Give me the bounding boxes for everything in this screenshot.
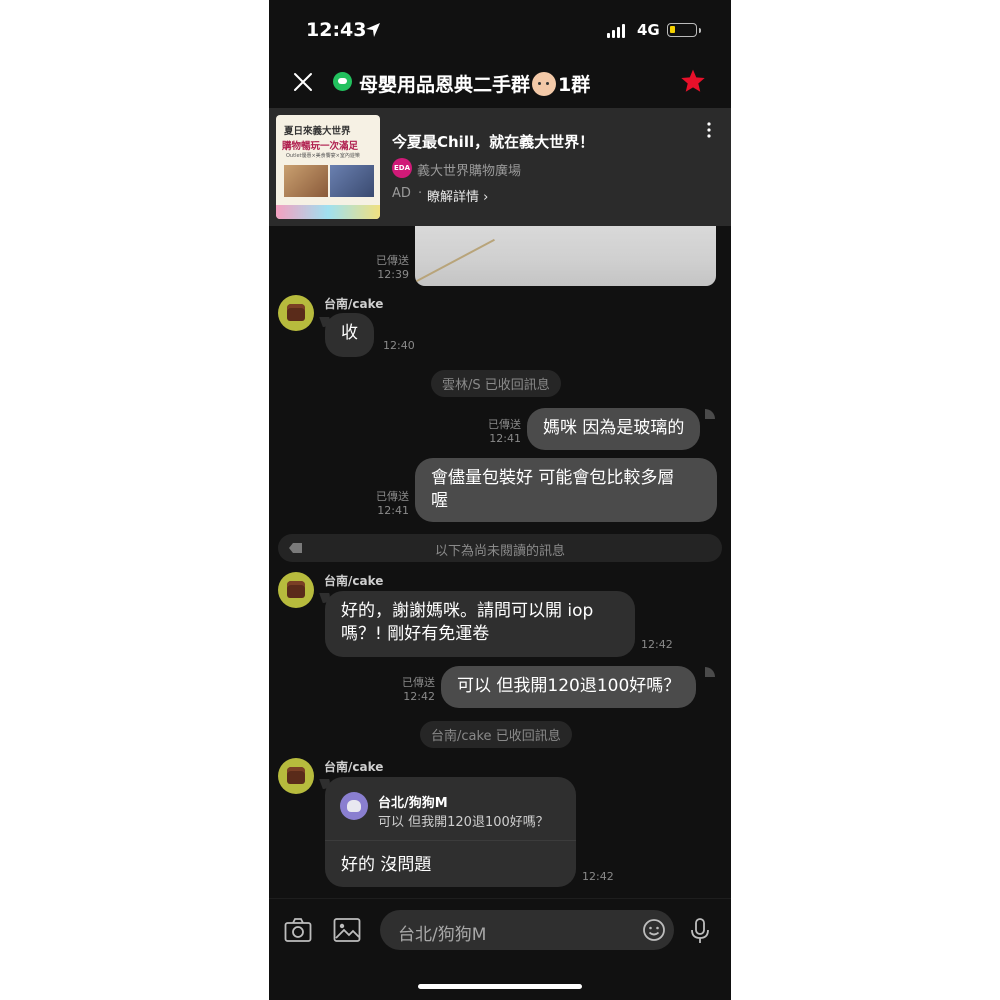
cellular-signal-icon: [607, 24, 625, 38]
ad-brand-logo: EDA: [392, 158, 412, 178]
bubble-tail: [705, 409, 715, 419]
group-chat-icon: [333, 72, 352, 91]
more-options-icon[interactable]: [707, 122, 711, 138]
message-line: 好的，謝謝媽咪。請問可以開 iop: [341, 601, 594, 621]
ad-separator: ·: [418, 186, 423, 201]
message-bubble[interactable]: 媽咪 因為是玻璃的: [527, 408, 701, 450]
chat-title-suffix: 1群: [558, 74, 591, 96]
ad-photo: [330, 165, 374, 197]
ad-brand-name: 義大世界購物廣場: [417, 164, 522, 179]
battery-icon: [667, 23, 701, 37]
message-time: 12:42: [582, 870, 614, 883]
network-type: 4G: [637, 21, 660, 39]
message-line: 喔: [431, 491, 448, 511]
sender-name: 台南/cake: [324, 760, 384, 774]
quoted-sender: 台北/狗狗M: [378, 796, 448, 811]
sent-photo-message[interactable]: [415, 226, 716, 286]
home-indicator[interactable]: [418, 984, 582, 989]
sender-name: 台南/cake: [324, 574, 384, 588]
ad-image[interactable]: 夏日來義大世界 購物暢玩一次滿足 Outlet優惠×美食饗宴×室內遊樂: [276, 115, 380, 219]
message-meta: 已傳送 12:39: [365, 254, 409, 282]
avatar[interactable]: [278, 572, 314, 608]
ad-image-line3: Outlet優惠×美食饗宴×室內遊樂: [286, 153, 360, 159]
message-time: 12:42: [641, 638, 673, 651]
ad-image-line1: 夏日來義大世界: [284, 126, 351, 137]
message-line: 嗎？! 剛好有免運卷: [341, 624, 490, 644]
reply-text: 好的 沒問題: [341, 855, 432, 875]
location-arrow-icon: [366, 23, 380, 37]
close-icon[interactable]: [293, 72, 313, 92]
microphone-icon[interactable]: [689, 917, 711, 945]
quoted-text: 可以 但我開120退100好嗎？: [378, 815, 549, 830]
message-meta: 已傳送 12:41: [479, 418, 521, 446]
avatar[interactable]: [278, 758, 314, 794]
read-status: 已傳送: [376, 490, 409, 503]
ad-image-line2: 購物暢玩一次滿足: [282, 141, 359, 152]
chat-title-text: 母嬰用品恩典二手群: [359, 74, 531, 96]
system-notice: 雲林/S 已收回訊息: [431, 370, 561, 397]
phone-screen: 12:43 4G 母嬰用品恩典二手群 1群 已傳送 12:39 台南/cake …: [269, 0, 731, 1000]
quoted-message[interactable]: 台北/狗狗M 可以 但我開120退100好嗎？: [325, 777, 576, 841]
message-meta: 已傳送 12:42: [393, 676, 435, 704]
chat-title[interactable]: 母嬰用品恩典二手群 1群: [359, 70, 590, 97]
ad-title[interactable]: 今夏最Chill，就在義大世界！: [392, 131, 594, 152]
ad-image-footer: [276, 205, 380, 219]
ad-learn-more-link[interactable]: 瞭解詳情 ›: [427, 186, 488, 205]
read-status: 已傳送: [376, 254, 409, 267]
message-line: 會儘量包裝好 可能會包比較多層: [431, 468, 675, 488]
avatar[interactable]: [278, 295, 314, 331]
message-bubble[interactable]: 可以 但我開120退100好嗎？: [441, 666, 697, 708]
reply-message-bubble[interactable]: 台北/狗狗M 可以 但我開120退100好嗎？ 好的 沒問題: [325, 777, 576, 887]
unread-divider-label: 以下為尚未閱讀的訊息: [434, 544, 565, 559]
favorite-star-icon[interactable]: [680, 68, 706, 94]
message-bubble[interactable]: 收: [325, 313, 374, 357]
status-time: 12:43: [306, 19, 367, 41]
read-status: 已傳送: [402, 676, 435, 689]
baby-emoji-icon: [532, 71, 557, 96]
read-status: 已傳送: [488, 418, 521, 431]
quoted-avatar: [340, 792, 368, 820]
image-icon[interactable]: [333, 917, 361, 943]
message-bubble[interactable]: 好的，謝謝媽咪。請問可以開 iop 嗎？! 剛好有免運卷: [325, 591, 635, 657]
message-meta: 已傳送 12:41: [365, 490, 409, 518]
message-time: 12:40: [383, 339, 415, 352]
message-time: 12:42: [403, 690, 435, 703]
message-time: 12:41: [377, 504, 409, 517]
bubble-tail: [705, 667, 715, 677]
emoji-icon[interactable]: [642, 918, 666, 942]
message-time: 12:39: [377, 268, 409, 281]
sender-name: 台南/cake: [324, 297, 384, 311]
system-notice: 台南/cake 已收回訊息: [420, 721, 572, 748]
message-time: 12:41: [489, 432, 521, 445]
ad-photo: [284, 165, 328, 197]
camera-icon[interactable]: [284, 917, 312, 943]
message-bubble[interactable]: 會儘量包裝好 可能會包比較多層 喔: [415, 458, 717, 522]
ad-label: AD: [392, 186, 411, 201]
message-input-text: 台北/狗狗M: [398, 925, 487, 945]
